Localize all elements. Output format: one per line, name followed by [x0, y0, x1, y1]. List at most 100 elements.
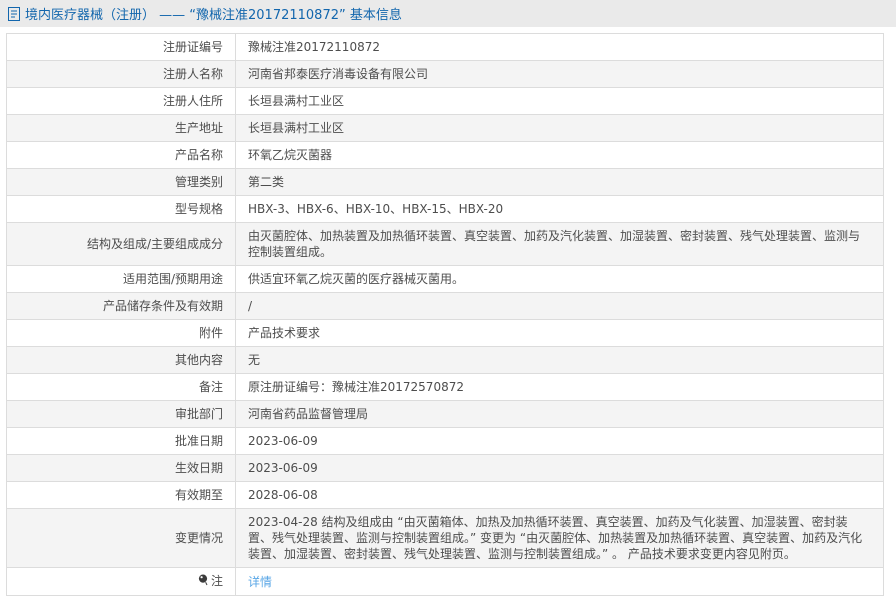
- row-value-text: 河南省药品监督管理局: [248, 407, 368, 421]
- row-label-text: 变更情况: [175, 531, 223, 545]
- row-value: 河南省邦泰医疗消毒设备有限公司: [236, 61, 884, 88]
- row-value: HBX-3、HBX-6、HBX-10、HBX-15、HBX-20: [236, 196, 884, 223]
- row-label: 批准日期: [7, 428, 236, 455]
- row-value: 豫械注准20172110872: [236, 34, 884, 61]
- row-value-text: 2023-06-09: [248, 434, 318, 448]
- row-value-text: 2023-06-09: [248, 461, 318, 475]
- page-header: 境内医疗器械（注册） —— “豫械注准20172110872” 基本信息: [0, 0, 896, 27]
- page-title: 境内医疗器械（注册） —— “豫械注准20172110872” 基本信息: [25, 4, 402, 23]
- row-label: 注册证编号: [7, 34, 236, 61]
- row-value-text: 原注册证编号：豫械注准20172570872: [248, 380, 464, 394]
- row-value-text: HBX-3、HBX-6、HBX-10、HBX-15、HBX-20: [248, 202, 503, 216]
- row-value-text: 2023-04-28 结构及组成由 “由灭菌箱体、加热及加热循环装置、真空装置、…: [248, 515, 862, 561]
- row-label-text: 附件: [199, 326, 223, 340]
- row-label: 管理类别: [7, 169, 236, 196]
- table-row: 注 详情: [7, 568, 884, 596]
- row-label: 产品名称: [7, 142, 236, 169]
- row-value-text: /: [248, 299, 252, 313]
- document-icon: [8, 7, 20, 21]
- row-label-text: 适用范围/预期用途: [123, 272, 223, 286]
- row-label-text: 生产地址: [175, 121, 223, 135]
- row-label: 附件: [7, 320, 236, 347]
- row-value: 由灭菌腔体、加热装置及加热循环装置、真空装置、加药及汽化装置、加湿装置、密封装置…: [236, 223, 884, 266]
- row-label-text: 批准日期: [175, 434, 223, 448]
- row-value-text: 无: [248, 353, 260, 367]
- row-label: 其他内容: [7, 347, 236, 374]
- row-value: 第二类: [236, 169, 884, 196]
- table-row: 备注 原注册证编号：豫械注准20172570872: [7, 374, 884, 401]
- row-value: /: [236, 293, 884, 320]
- row-label: 注册人住所: [7, 88, 236, 115]
- row-label-text: 管理类别: [175, 175, 223, 189]
- table-row: 管理类别 第二类: [7, 169, 884, 196]
- row-value: 长垣县满村工业区: [236, 115, 884, 142]
- table-row: 审批部门 河南省药品监督管理局: [7, 401, 884, 428]
- table-row: 注册人名称 河南省邦泰医疗消毒设备有限公司: [7, 61, 884, 88]
- row-label-text: 注册证编号: [163, 40, 223, 54]
- table-row: 其他内容 无: [7, 347, 884, 374]
- row-value: 环氧乙烷灭菌器: [236, 142, 884, 169]
- row-value: 河南省药品监督管理局: [236, 401, 884, 428]
- row-label-text: 结构及组成/主要组成成分: [87, 237, 223, 251]
- table-row: 批准日期 2023-06-09: [7, 428, 884, 455]
- table-row: 注册证编号 豫械注准20172110872: [7, 34, 884, 61]
- row-value: 长垣县满村工业区: [236, 88, 884, 115]
- row-value-text: 河南省邦泰医疗消毒设备有限公司: [248, 67, 428, 81]
- row-label-text: 生效日期: [175, 461, 223, 475]
- row-label-text: 产品储存条件及有效期: [103, 299, 223, 313]
- row-label-text: 有效期至: [175, 488, 223, 502]
- row-label: 变更情况: [7, 509, 236, 568]
- row-label-text: 其他内容: [175, 353, 223, 367]
- row-label-text: 注册人住所: [163, 94, 223, 108]
- row-label: 有效期至: [7, 482, 236, 509]
- row-label: 注: [7, 568, 236, 596]
- table-row: 生效日期 2023-06-09: [7, 455, 884, 482]
- row-label: 适用范围/预期用途: [7, 266, 236, 293]
- row-value-text: 长垣县满村工业区: [248, 94, 344, 108]
- table-row: 产品名称 环氧乙烷灭菌器: [7, 142, 884, 169]
- row-value: 供适宜环氧乙烷灭菌的医疗器械灭菌用。: [236, 266, 884, 293]
- row-value: 无: [236, 347, 884, 374]
- row-value-text: 产品技术要求: [248, 326, 320, 340]
- row-label: 备注: [7, 374, 236, 401]
- row-label: 审批部门: [7, 401, 236, 428]
- row-label: 生效日期: [7, 455, 236, 482]
- registration-info-table: 注册证编号 豫械注准20172110872 注册人名称 河南省邦泰医疗消毒设备有限公司…: [6, 33, 884, 596]
- row-label-text: 注册人名称: [163, 67, 223, 81]
- table-row: 注册人住所 长垣县满村工业区: [7, 88, 884, 115]
- row-label-text: 产品名称: [175, 148, 223, 162]
- table-row: 有效期至 2028-06-08: [7, 482, 884, 509]
- row-value-text: 第二类: [248, 175, 284, 189]
- table-row: 生产地址 长垣县满村工业区: [7, 115, 884, 142]
- row-value-text: 豫械注准20172110872: [248, 40, 380, 54]
- row-label-text: 备注: [199, 380, 223, 394]
- details-link[interactable]: 详情: [248, 575, 272, 589]
- row-label: 型号规格: [7, 196, 236, 223]
- table-row: 结构及组成/主要组成成分 由灭菌腔体、加热装置及加热循环装置、真空装置、加药及汽化…: [7, 223, 884, 266]
- row-value-text: 由灭菌腔体、加热装置及加热循环装置、真空装置、加药及汽化装置、加湿装置、密封装置…: [248, 229, 860, 259]
- row-label: 产品储存条件及有效期: [7, 293, 236, 320]
- table-row: 附件 产品技术要求: [7, 320, 884, 347]
- row-value: 2028-06-08: [236, 482, 884, 509]
- row-label-text: 注: [211, 574, 223, 588]
- row-label: 结构及组成/主要组成成分: [7, 223, 236, 266]
- row-label: 生产地址: [7, 115, 236, 142]
- table-row: 适用范围/预期用途 供适宜环氧乙烷灭菌的医疗器械灭菌用。: [7, 266, 884, 293]
- row-value-text: 环氧乙烷灭菌器: [248, 148, 332, 162]
- row-label-text: 审批部门: [175, 407, 223, 421]
- row-label-text: 型号规格: [175, 202, 223, 216]
- row-value: 产品技术要求: [236, 320, 884, 347]
- row-value-text: 2028-06-08: [248, 488, 318, 502]
- row-value: 原注册证编号：豫械注准20172570872: [236, 374, 884, 401]
- note-balloon-icon: [198, 574, 209, 590]
- table-row: 产品储存条件及有效期 /: [7, 293, 884, 320]
- row-value-text: 供适宜环氧乙烷灭菌的医疗器械灭菌用。: [248, 272, 464, 286]
- row-value: 详情: [236, 568, 884, 596]
- row-value: 2023-06-09: [236, 455, 884, 482]
- table-row: 变更情况 2023-04-28 结构及组成由 “由灭菌箱体、加热及加热循环装置、真…: [7, 509, 884, 568]
- row-value: 2023-04-28 结构及组成由 “由灭菌箱体、加热及加热循环装置、真空装置、…: [236, 509, 884, 568]
- row-value-text: 长垣县满村工业区: [248, 121, 344, 135]
- row-value: 2023-06-09: [236, 428, 884, 455]
- row-label: 注册人名称: [7, 61, 236, 88]
- table-row: 型号规格 HBX-3、HBX-6、HBX-10、HBX-15、HBX-20: [7, 196, 884, 223]
